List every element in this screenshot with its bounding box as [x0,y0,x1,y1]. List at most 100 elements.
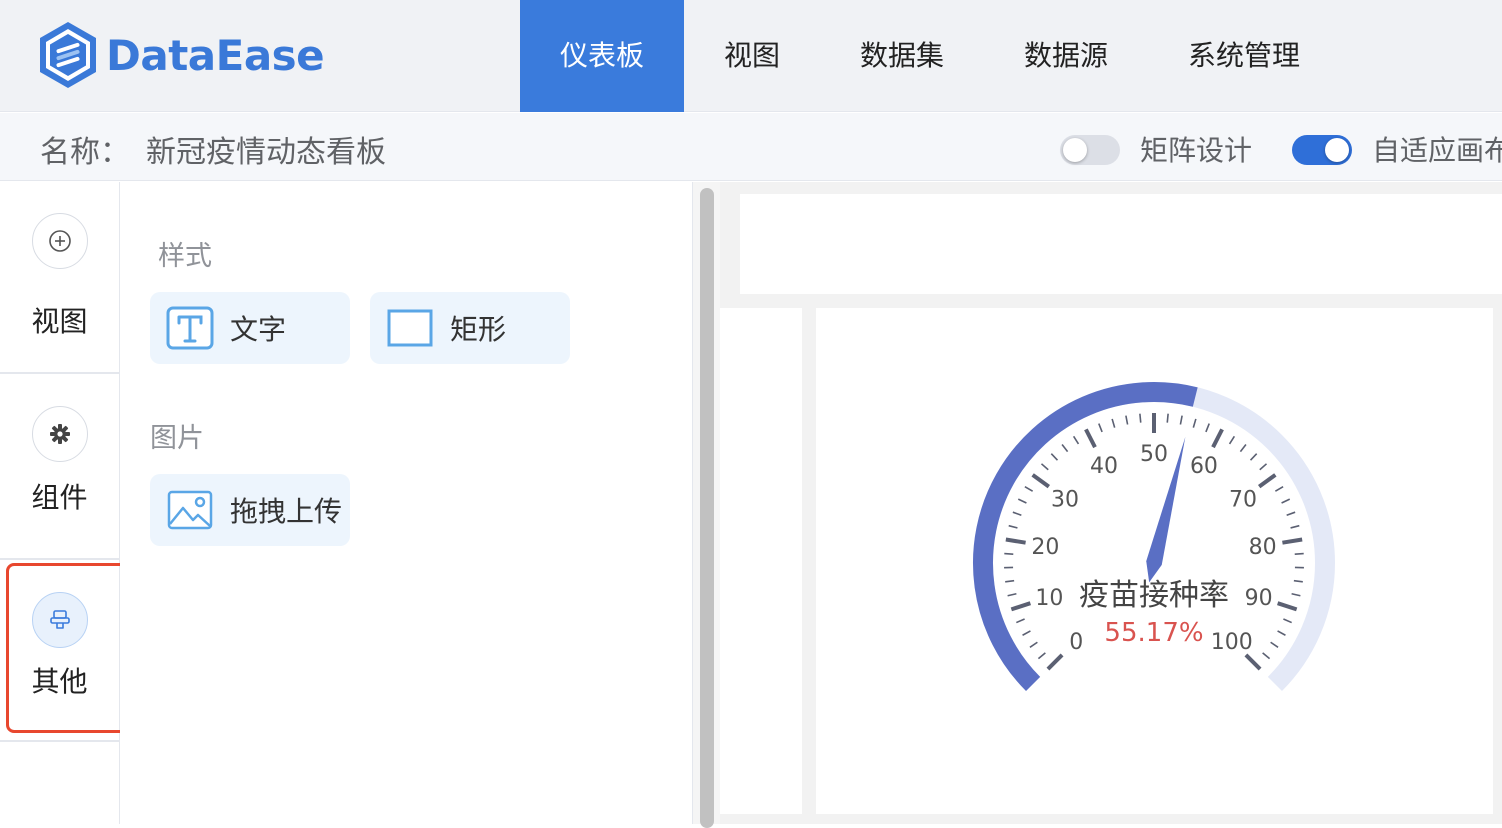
canvas-component-placeholder[interactable] [740,194,1502,294]
gauge-major-tick [1259,475,1275,487]
gauge-major-tick [1048,655,1062,669]
rail-label-view: 视图 [0,300,119,340]
gauge-minor-tick [1283,619,1291,623]
gauge-tick-label: 90 [1245,586,1273,611]
gauge-tick-label: 0 [1069,630,1083,655]
gauge-major-tick [1282,540,1302,543]
gauge-minor-tick [1260,464,1267,470]
nav-dataset[interactable]: 数据集 [820,0,984,112]
component-upload-image-button[interactable]: 拖拽上传 [150,474,350,546]
gauge-major-tick [1033,475,1049,487]
gauge-minor-tick [1292,594,1301,596]
gauge-title: 疫苗接种率 [1079,578,1229,613]
gauge-minor-tick [1206,424,1209,432]
component-rectangle-label: 矩形 [450,308,506,348]
gauge-minor-tick [1140,414,1141,423]
image-icon [166,486,214,534]
dashboard-name-bar: 名称： 新冠疫情动态看板 矩阵设计 自适应画布 [0,113,1502,181]
gauge-major-tick [1213,429,1222,447]
rail-item-component[interactable]: 组件 [0,374,119,558]
top-nav-bar: DataEase 仪表板 视图 数据集 数据源 系统管理 [0,0,1502,112]
gauge-minor-tick [1004,554,1013,555]
gauge-minor-tick [1271,642,1278,647]
gear-icon [32,406,88,462]
switch-knob [1325,138,1349,162]
app-logo[interactable]: DataEase [36,20,324,90]
gauge-minor-tick [1041,464,1048,470]
gauge-minor-tick [1240,444,1246,451]
matrix-design-switch[interactable] [1060,135,1120,165]
gauge-minor-tick [1023,631,1031,635]
gauge-tick-label: 100 [1211,630,1253,655]
component-text-label: 文字 [230,308,286,348]
gauge-minor-tick [1062,444,1068,451]
nav-system-management[interactable]: 系统管理 [1148,0,1340,112]
gauge-minor-tick [1282,499,1290,503]
gauge-minor-tick [1112,419,1115,428]
gauge-minor-tick [1193,419,1196,428]
gauge-minor-tick [1008,594,1017,596]
gauge-minor-tick [1180,416,1182,425]
gauge-minor-tick [1291,526,1300,528]
text-icon [166,304,214,352]
gauge-minor-tick [1099,424,1102,432]
gauge-minor-tick [1126,416,1128,425]
gauge-tick-label: 70 [1229,487,1257,512]
gauge-minor-tick [1016,619,1024,623]
gauge-minor-tick [1005,581,1014,582]
gauge-value-label: 55.17% [1104,618,1203,648]
gauge-major-tick [1011,603,1030,609]
gauge-chart-card[interactable]: 0102030405060708090100 疫苗接种率 55.17% [816,308,1493,814]
rail-label-component: 组件 [0,476,119,516]
nav-view[interactable]: 视图 [684,0,820,112]
gauge-tick-label: 60 [1190,454,1218,479]
selection-highlight [6,563,133,733]
gauge-minor-tick [1294,581,1303,582]
logo-text: DataEase [106,31,324,80]
component-text-button[interactable]: 文字 [150,292,350,364]
gauge-minor-tick [1009,526,1018,528]
component-panel: 样式 文字 矩形 图片 拖拽上传 [120,182,692,824]
gauge-tick-label: 80 [1249,535,1277,560]
gauge-minor-tick [1230,436,1235,444]
gauge-minor-tick [1251,454,1257,461]
dataease-logo-icon [36,20,100,90]
rail-item-view[interactable]: 视图 [0,182,119,372]
scrollbar-thumb[interactable] [700,188,714,828]
matrix-design-label: 矩阵设计 [1140,129,1252,169]
auto-fit-canvas-switch[interactable] [1292,135,1352,165]
section-title-image: 图片 [150,416,204,455]
gauge-minor-tick [1038,653,1045,659]
gauge-major-tick [1086,429,1095,447]
gauge-minor-tick [1030,642,1037,647]
gauge-minor-tick [1295,554,1304,555]
gauge-minor-tick [1278,631,1286,635]
gauge-minor-tick [1013,512,1021,515]
gauge-tick-label: 30 [1051,487,1079,512]
gauge-chart: 0102030405060708090100 疫苗接种率 55.17% [816,308,1493,814]
gauge-minor-tick [1074,436,1079,444]
component-upload-image-label: 拖拽上传 [230,490,342,530]
panel-scrollbar[interactable] [692,182,720,824]
gauge-minor-tick [1287,512,1295,515]
gauge-minor-tick [1051,454,1057,461]
dashboard-name[interactable]: 新冠疫情动态看板 [146,127,386,171]
gauge-tick-label: 10 [1035,586,1063,611]
canvas-component-placeholder[interactable] [720,308,802,814]
gauge-minor-tick [1263,653,1270,659]
gauge-major-tick [1006,540,1026,543]
name-label: 名称： [40,127,130,171]
switch-knob [1063,138,1087,162]
gauge-minor-tick [1018,499,1026,503]
component-rectangle-button[interactable]: 矩形 [370,292,570,364]
gauge-major-tick [1278,603,1297,609]
gauge-major-tick [1246,655,1260,669]
nav-datasource[interactable]: 数据源 [984,0,1148,112]
nav-dashboard[interactable]: 仪表板 [520,0,684,112]
gauge-minor-tick [1275,487,1283,492]
gauge-tick-label: 40 [1090,454,1118,479]
gauge-tick-label: 20 [1031,535,1059,560]
rail-divider [0,740,119,742]
plus-circle-icon [32,213,88,269]
dashboard-canvas[interactable]: 0102030405060708090100 疫苗接种率 55.17% [720,182,1502,824]
